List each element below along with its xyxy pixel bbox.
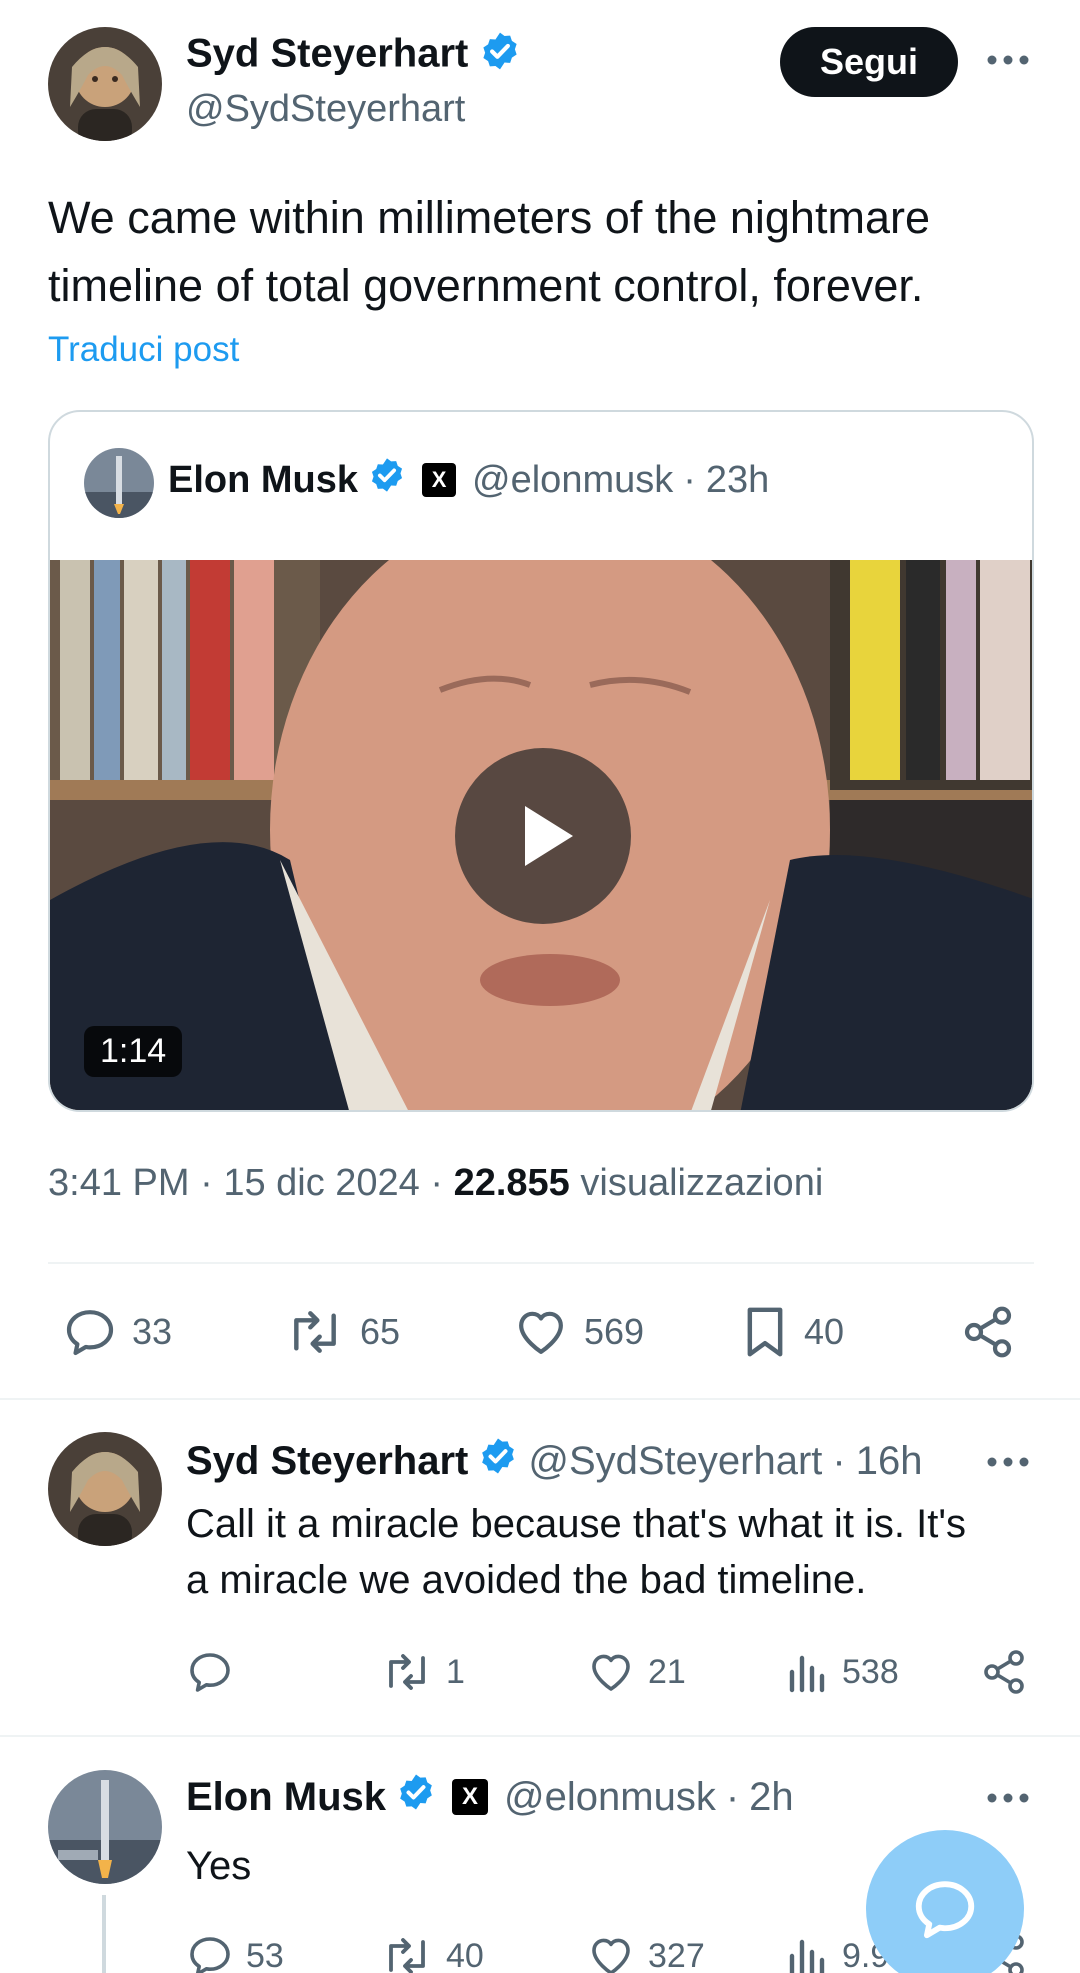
reply-author-handle[interactable]: @elonmusk: [504, 1775, 716, 1820]
reply-author-name[interactable]: Syd Steyerhart: [186, 1439, 468, 1484]
like-icon: [592, 1938, 630, 1973]
quoted-author-handle: @elonmusk: [472, 458, 674, 501]
more-icon[interactable]: [980, 1442, 1036, 1487]
like-button[interactable]: 327: [586, 1932, 705, 1973]
like-count: 21: [648, 1652, 686, 1691]
follow-button[interactable]: Segui: [780, 27, 958, 97]
translate-post-link[interactable]: Traduci post: [48, 330, 239, 370]
views-label[interactable]: visualizzazioni: [580, 1162, 823, 1204]
play-button[interactable]: [455, 748, 631, 924]
reply-author-avatar[interactable]: [48, 1770, 162, 1884]
repost-count: 65: [360, 1311, 401, 1352]
reply-age[interactable]: 2h: [749, 1775, 794, 1820]
tweet-text-line: timeline of total government control, fo…: [48, 260, 924, 311]
divider: [0, 1735, 1080, 1737]
video-thumbnail[interactable]: 1:14: [50, 560, 1032, 1110]
separator: ·: [200, 1162, 213, 1204]
reply-author-name[interactable]: Elon Musk: [186, 1775, 386, 1820]
bookmark-count: 40: [804, 1311, 845, 1352]
separator: ·: [725, 1774, 740, 1819]
verified-badge-icon: [396, 1772, 436, 1822]
reply-header: Elon Musk X @elonmusk · 2h: [186, 1772, 794, 1822]
bookmark-icon: [747, 1307, 783, 1357]
reply-button[interactable]: [186, 1648, 246, 1696]
reply-count: 53: [246, 1936, 284, 1973]
verified-badge-icon: [368, 456, 406, 504]
like-icon: [592, 1654, 630, 1691]
reply-icon: [190, 1937, 230, 1973]
like-button[interactable]: 21: [586, 1648, 686, 1696]
author-name[interactable]: Syd Steyerhart: [186, 32, 468, 76]
verified-badge-icon: [478, 1436, 518, 1486]
tweet-text-line: We came within millimeters of the nightm…: [48, 192, 930, 243]
affiliation-badge: X: [422, 463, 457, 497]
reply-author-handle[interactable]: @SydSteyerhart: [528, 1439, 822, 1484]
reply-text-line: a miracle we avoided the bad timeline.: [186, 1558, 867, 1602]
repost-icon: [294, 1311, 336, 1353]
bookmark-button[interactable]: 40: [740, 1304, 844, 1360]
repost-count: 1: [446, 1652, 465, 1691]
compose-reply-button[interactable]: [866, 1830, 1024, 1973]
reply-header: Syd Steyerhart @SydSteyerhart · 16h: [186, 1436, 986, 1486]
more-icon[interactable]: [980, 40, 1036, 80]
reply-count: 33: [132, 1311, 173, 1352]
reply-text-line: Call it a miracle because that's what it…: [186, 1502, 967, 1546]
reply-text: Call it a miracle because that's what it…: [186, 1496, 1056, 1608]
tweet-text: We came within millimeters of the nightm…: [48, 184, 1048, 320]
repost-button[interactable]: 40: [380, 1932, 484, 1973]
quoted-author-avatar: [84, 448, 154, 518]
separator: ·: [832, 1438, 846, 1483]
views-count[interactable]: 22.855: [454, 1162, 570, 1204]
repost-button[interactable]: 1: [380, 1648, 465, 1696]
share-icon[interactable]: [980, 1648, 1028, 1701]
author-handle[interactable]: @SydSteyerhart: [186, 88, 465, 131]
author-avatar[interactable]: [48, 27, 162, 141]
quoted-author-name: Elon Musk: [168, 458, 359, 501]
like-icon: [519, 1311, 563, 1354]
reply-author-avatar[interactable]: [48, 1432, 162, 1546]
views-button[interactable]: 538: [786, 1648, 899, 1696]
like-button[interactable]: 569: [512, 1304, 644, 1360]
compose-icon: [915, 1881, 975, 1939]
repost-icon: [389, 1938, 425, 1973]
views-icon: [789, 1939, 825, 1973]
separator: ·: [430, 1162, 444, 1204]
thread-line: [102, 1895, 106, 1973]
reply-age[interactable]: 16h: [856, 1439, 923, 1484]
repost-count: 40: [446, 1936, 484, 1973]
tweet-meta: 3:41 PM · 15 dic 2024 · 22.855 visualizz…: [48, 1162, 823, 1205]
quoted-tweet-card[interactable]: Elon Musk X @elonmusk · 23h 1:14: [48, 410, 1034, 1112]
more-icon[interactable]: [980, 1778, 1036, 1823]
author-name-row[interactable]: Syd Steyerhart: [186, 30, 521, 82]
reply-text: Yes: [186, 1844, 252, 1888]
views-count: 538: [842, 1652, 899, 1691]
like-count: 569: [584, 1311, 645, 1352]
reply-icon: [66, 1310, 114, 1356]
affiliation-badge: X: [452, 1779, 489, 1815]
repost-icon: [389, 1654, 425, 1690]
reply-icon: [190, 1653, 230, 1692]
separator: ·: [683, 458, 696, 501]
verified-badge-icon: [479, 30, 521, 82]
reply-button[interactable]: 33: [62, 1304, 172, 1360]
play-icon: [525, 806, 573, 866]
video-duration: 1:14: [84, 1026, 183, 1077]
quoted-age: 23h: [705, 458, 770, 501]
repost-button[interactable]: 65: [284, 1304, 400, 1360]
share-icon[interactable]: [960, 1304, 1016, 1365]
divider: [48, 1262, 1034, 1264]
tweet-time[interactable]: 3:41 PM: [48, 1162, 190, 1204]
views-icon: [789, 1655, 825, 1693]
like-count: 327: [648, 1936, 705, 1973]
divider: [0, 1398, 1080, 1400]
quoted-header: Elon Musk X @elonmusk · 23h: [168, 456, 769, 504]
reply-button[interactable]: 53: [186, 1932, 284, 1973]
tweet-date[interactable]: 15 dic 2024: [223, 1162, 420, 1204]
